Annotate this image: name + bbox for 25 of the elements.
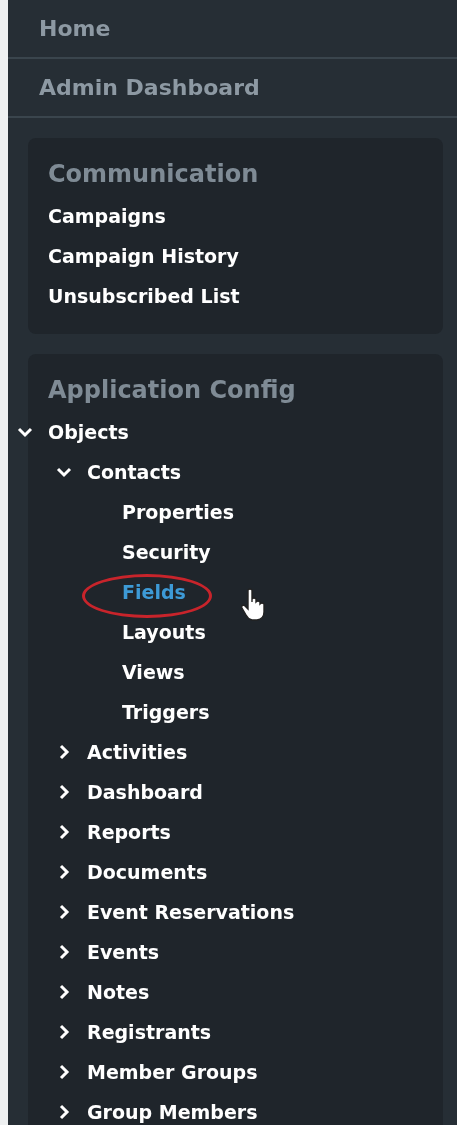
- tree-item[interactable]: Dashboard: [87, 780, 203, 804]
- panel-heading: Communication: [48, 159, 260, 190]
- tree-item[interactable]: Security: [122, 540, 211, 564]
- tree-item[interactable]: Events: [87, 940, 160, 964]
- menu-link[interactable]: Campaign History: [48, 236, 443, 276]
- tree-item[interactable]: Triggers: [122, 700, 210, 724]
- menu-link[interactable]: Campaigns: [48, 196, 443, 236]
- tree-item[interactable]: Documents: [87, 860, 208, 884]
- tree-item[interactable]: Layouts: [122, 620, 206, 644]
- panel-heading: Application Config: [48, 375, 297, 406]
- tree-item[interactable]: Activities: [87, 740, 188, 764]
- tree-item[interactable]: Contacts: [87, 460, 182, 484]
- nav-link[interactable]: Home: [8, 0, 457, 59]
- tree-item[interactable]: Member Groups: [87, 1060, 258, 1084]
- tree-item[interactable]: Reports: [87, 820, 171, 844]
- tree-item[interactable]: Views: [122, 660, 185, 684]
- nav-link[interactable]: Admin Dashboard: [8, 59, 457, 118]
- tree-item[interactable]: Fields: [122, 580, 186, 604]
- tree-item[interactable]: Notes: [87, 980, 150, 1004]
- tree-item[interactable]: Objects: [48, 420, 129, 444]
- tree-item[interactable]: Registrants: [87, 1020, 212, 1044]
- tree-item[interactable]: Properties: [122, 500, 234, 524]
- menu-link[interactable]: Unsubscribed List: [48, 276, 443, 316]
- tree-item[interactable]: Group Members: [87, 1100, 258, 1124]
- tree-item[interactable]: Event Reservations: [87, 900, 295, 924]
